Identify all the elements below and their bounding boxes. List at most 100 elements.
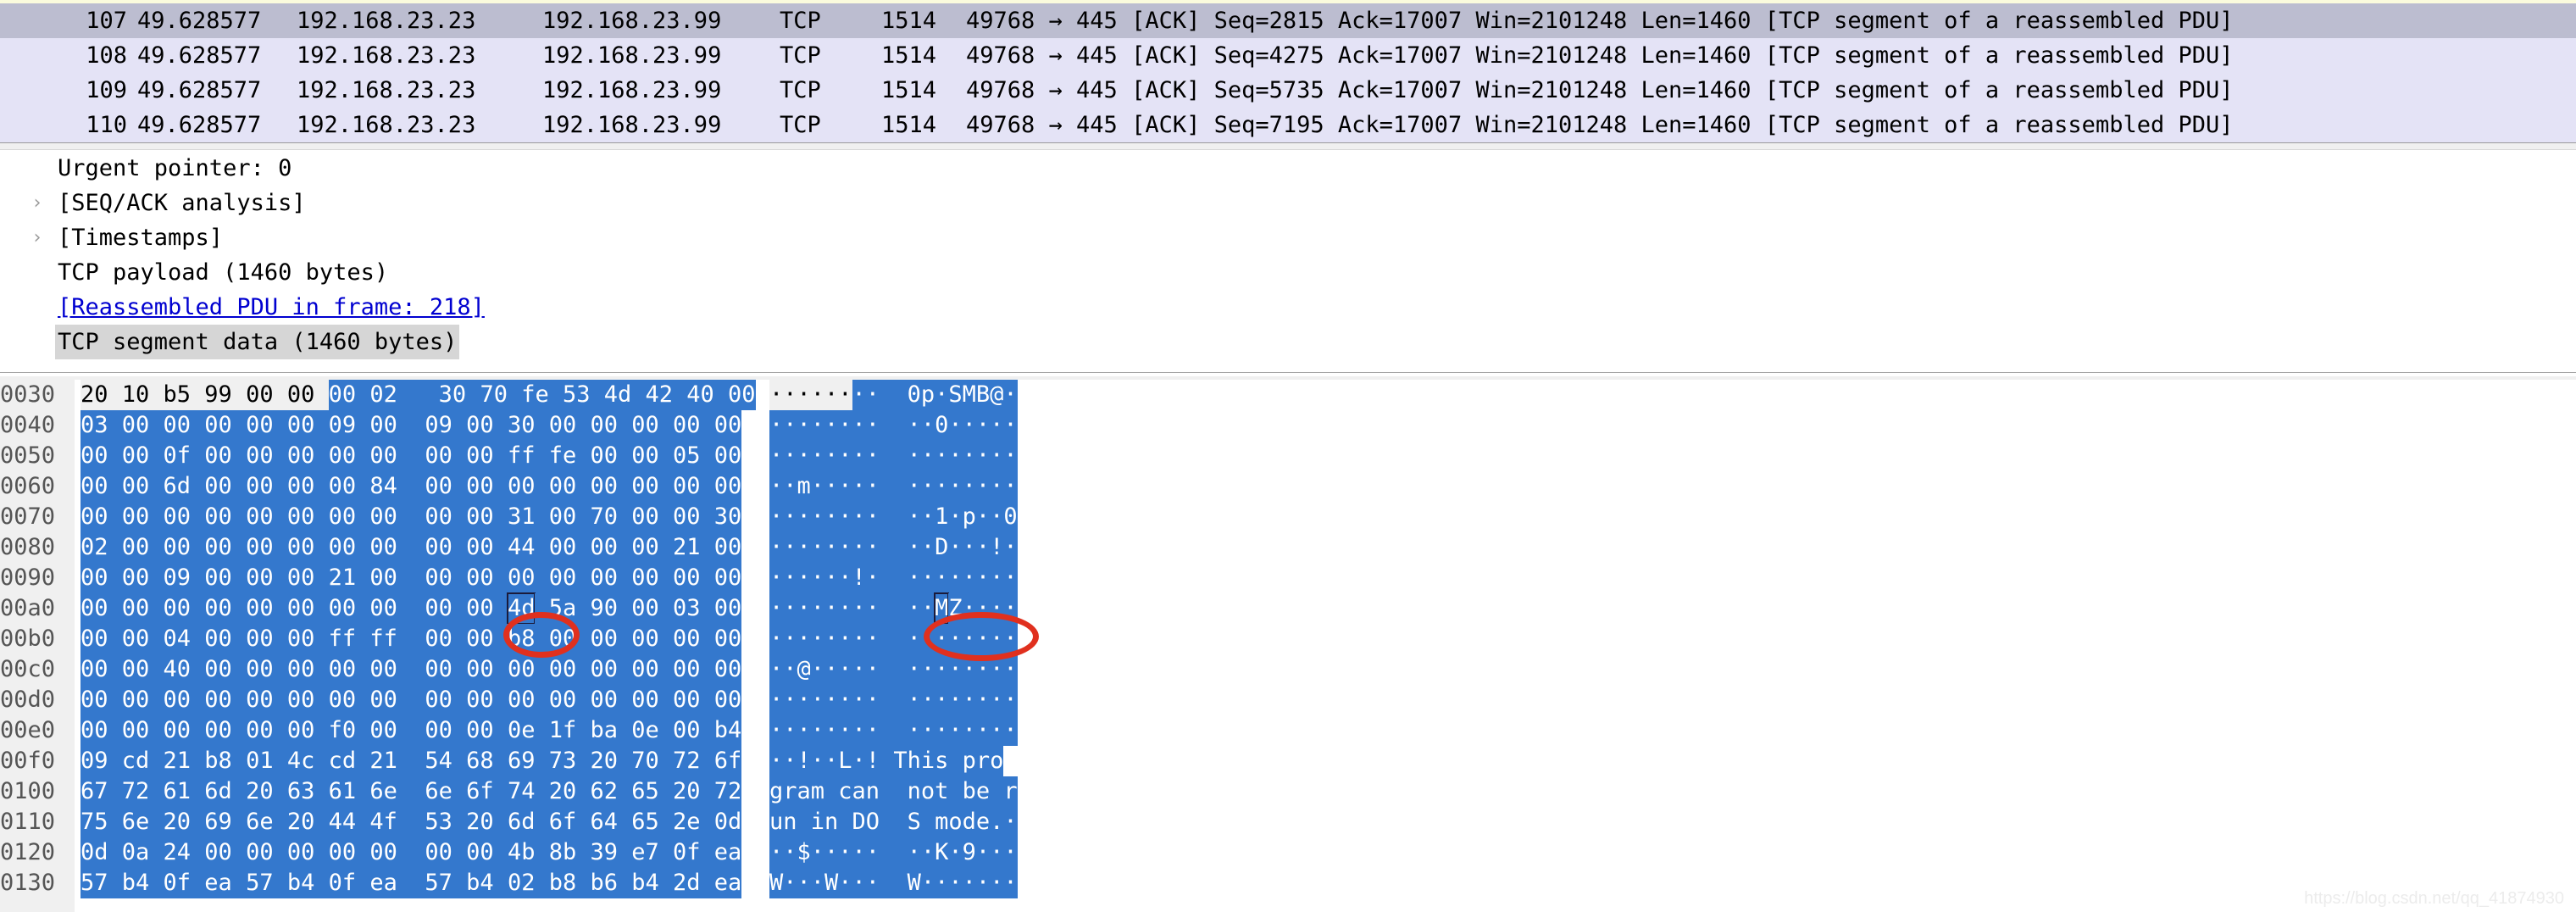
- hex-byte-group[interactable]: ········: [769, 502, 880, 532]
- protocol-tree-item[interactable]: TCP segment data (1460 bytes): [0, 325, 2576, 359]
- hex-byte-columns[interactable]: 00 00 0f 00 00 00 00 00 00 00 ff fe 00 0…: [80, 441, 742, 471]
- hex-byte-group[interactable]: 00 00 6d 00 00 00 00 84: [80, 471, 412, 502]
- hex-byte-group[interactable]: [880, 593, 908, 624]
- hex-byte-group[interactable]: [411, 685, 425, 715]
- hex-byte-columns[interactable]: 00 00 40 00 00 00 00 00 00 00 00 00 00 0…: [80, 654, 742, 685]
- hex-byte-group[interactable]: ········: [907, 441, 1018, 471]
- hex-byte-group[interactable]: 00 00 ff fe 00 00 05 00: [425, 441, 742, 471]
- hex-byte-group[interactable]: [411, 471, 425, 502]
- hex-byte-group[interactable]: [411, 380, 439, 410]
- hex-byte-group[interactable]: 00 00 00 00 00 00 00 00: [425, 654, 742, 685]
- hex-byte-group[interactable]: 00 00 4b 8b 39 e7 0f ea: [425, 837, 742, 868]
- hex-ascii-columns[interactable]: ········ ··MZ····: [769, 592, 1018, 625]
- hex-byte-group[interactable]: [411, 654, 425, 685]
- hex-dump-row[interactable]: 0110 75 6e 20 69 6e 20 44 4f 53 20 6d 6f …: [0, 807, 2576, 837]
- hex-byte-group[interactable]: [880, 654, 908, 685]
- hex-byte-group[interactable]: S mode.·: [893, 807, 1018, 837]
- hex-byte-group[interactable]: not be r: [893, 776, 1018, 807]
- hex-ascii-columns[interactable]: ··@····· ········: [769, 654, 1018, 685]
- hex-byte-group[interactable]: ··: [907, 593, 935, 624]
- hex-byte-group[interactable]: [880, 471, 908, 502]
- hex-byte-group[interactable]: ······!·: [769, 563, 880, 593]
- hex-byte-group[interactable]: 00 00 00 00 00 00 f0 00: [80, 715, 412, 746]
- hex-byte-columns[interactable]: 00 00 6d 00 00 00 00 84 00 00 00 00 00 0…: [80, 471, 742, 502]
- hex-byte-group[interactable]: [880, 441, 908, 471]
- hex-byte-columns[interactable]: 00 00 04 00 00 00 ff ff 00 00 b8 00 00 0…: [80, 624, 742, 654]
- hex-byte-group[interactable]: [880, 868, 908, 898]
- hex-byte-group[interactable]: 0p·SMB@·: [907, 380, 1018, 410]
- hex-byte-group[interactable]: ··: [852, 380, 880, 410]
- hex-byte-group[interactable]: ··1·p··0: [907, 502, 1018, 532]
- hex-dump-row[interactable]: 0070 00 00 00 00 00 00 00 00 00 00 31 00 …: [0, 502, 2576, 532]
- hex-dump-row[interactable]: 0030 20 10 b5 99 00 00 00 02 30 70 fe 53 …: [0, 380, 2576, 410]
- hex-byte-group[interactable]: un in DO: [769, 807, 880, 837]
- hex-byte-group[interactable]: ········: [769, 593, 880, 624]
- hex-byte-group[interactable]: ········: [769, 715, 880, 746]
- packet-list-row[interactable]: 109 49.628577 192.168.23.23 192.168.23.99 TC…: [0, 73, 2576, 108]
- hex-byte-group[interactable]: ··D···!·: [907, 532, 1018, 563]
- hex-dump-row[interactable]: 0040 03 00 00 00 00 00 09 00 09 00 30 00 …: [0, 410, 2576, 441]
- hex-byte-group[interactable]: 30 70 fe 53 4d 42 40 00: [438, 380, 756, 410]
- hex-byte-group[interactable]: [411, 441, 425, 471]
- hex-byte-group[interactable]: [880, 776, 894, 807]
- packet-bytes-pane[interactable]: 0030 20 10 b5 99 00 00 00 02 30 70 fe 53 …: [0, 380, 2576, 912]
- hex-byte-group[interactable]: 00 00 00 00 00 00 00 00: [80, 593, 412, 624]
- hex-byte-group[interactable]: ········: [907, 624, 1018, 654]
- hex-byte-group[interactable]: gram can: [769, 776, 880, 807]
- hex-byte-group[interactable]: ········: [907, 715, 1018, 746]
- hex-byte-group[interactable]: [411, 410, 425, 441]
- hex-dump-row[interactable]: 0130 57 b4 0f ea 57 b4 0f ea 57 b4 02 b8 …: [0, 868, 2576, 898]
- packet-list-row[interactable]: 108 49.628577 192.168.23.23 192.168.23.99 TC…: [0, 38, 2576, 73]
- hex-byte-group[interactable]: [411, 807, 425, 837]
- hex-byte-group[interactable]: 53 20 6d 6f 64 65 2e 0d: [425, 807, 742, 837]
- hex-byte-group[interactable]: 09 cd 21 b8 01 4c cd 21: [80, 746, 412, 776]
- hex-byte-group[interactable]: 00 00: [425, 593, 508, 624]
- hex-byte-columns[interactable]: 57 b4 0f ea 57 b4 0f ea 57 b4 02 b8 b6 b…: [80, 868, 742, 898]
- hex-dump-row[interactable]: 0050 00 00 0f 00 00 00 00 00 00 00 ff fe …: [0, 441, 2576, 471]
- hex-ascii-columns[interactable]: ······!· ········: [769, 563, 1018, 593]
- hex-byte-group[interactable]: [411, 593, 425, 624]
- hex-byte-columns[interactable]: 20 10 b5 99 00 00 00 02 30 70 fe 53 4d 4…: [80, 380, 756, 410]
- hex-byte-group[interactable]: [411, 502, 425, 532]
- hex-byte-group[interactable]: ········: [769, 532, 880, 563]
- protocol-tree-item[interactable]: › [Timestamps]: [0, 220, 2576, 255]
- hex-byte-group[interactable]: ········: [907, 685, 1018, 715]
- hex-byte-group[interactable]: [880, 807, 894, 837]
- protocol-tree-item[interactable]: [Reassembled PDU in frame: 218]: [0, 290, 2576, 325]
- hex-byte-group[interactable]: 00 00 00 00 00 00 00 00: [425, 471, 742, 502]
- hex-ascii-columns[interactable]: ········ ········: [769, 624, 1018, 654]
- packet-list-row[interactable]: 110 49.628577 192.168.23.23 192.168.23.99 TC…: [0, 108, 2576, 142]
- hex-byte-group[interactable]: 0d 0a 24 00 00 00 00 00: [80, 837, 412, 868]
- hex-byte-group[interactable]: [411, 776, 425, 807]
- hex-byte-group[interactable]: 57 b4 0f ea 57 b4 0f ea: [80, 868, 412, 898]
- packet-detail-pane[interactable]: Urgent pointer: 0 › [SEQ/ACK analysis] › [Ti…: [0, 151, 2576, 364]
- hex-byte-group[interactable]: [880, 532, 908, 563]
- hex-ascii-columns[interactable]: ········ ··0·····: [769, 410, 1018, 441]
- hex-byte-group[interactable]: 02 00 00 00 00 00 00 00: [80, 532, 412, 563]
- hex-byte-group[interactable]: [411, 837, 425, 868]
- hex-byte-group[interactable]: 00 00 44 00 00 00 21 00: [425, 532, 742, 563]
- hex-byte-group[interactable]: [411, 868, 425, 898]
- hex-byte-group[interactable]: 67 72 61 6d 20 63 61 6e: [80, 776, 412, 807]
- hex-ascii-columns[interactable]: ··!··L·! This pro: [769, 746, 1004, 776]
- hex-byte-group[interactable]: [880, 563, 908, 593]
- hex-byte-group[interactable]: 6e 6f 74 20 62 65 20 72: [425, 776, 742, 807]
- hex-byte-group[interactable]: 00 00 40 00 00 00 00 00: [80, 654, 412, 685]
- chevron-right-icon[interactable]: ›: [29, 220, 46, 255]
- hex-byte-group[interactable]: ········: [907, 471, 1018, 502]
- hex-cursor-byte[interactable]: M: [934, 592, 950, 625]
- hex-byte-group[interactable]: 75 6e 20 69 6e 20 44 4f: [80, 807, 412, 837]
- hex-byte-group[interactable]: ········: [769, 685, 880, 715]
- hex-byte-columns[interactable]: 02 00 00 00 00 00 00 00 00 00 44 00 00 0…: [80, 532, 742, 563]
- hex-byte-group[interactable]: [880, 685, 908, 715]
- hex-byte-group[interactable]: [880, 715, 908, 746]
- hex-ascii-columns[interactable]: ··m····· ········: [769, 471, 1018, 502]
- hex-byte-group[interactable]: 20 10 b5 99 00 00: [80, 380, 329, 410]
- hex-byte-group[interactable]: ··@·····: [769, 654, 880, 685]
- hex-byte-group[interactable]: ········: [907, 563, 1018, 593]
- hex-byte-group[interactable]: ········: [769, 410, 880, 441]
- protocol-tree-item[interactable]: › [SEQ/ACK analysis]: [0, 186, 2576, 220]
- hex-byte-group[interactable]: [880, 502, 908, 532]
- hex-byte-group[interactable]: ········: [907, 654, 1018, 685]
- hex-byte-group[interactable]: [880, 624, 908, 654]
